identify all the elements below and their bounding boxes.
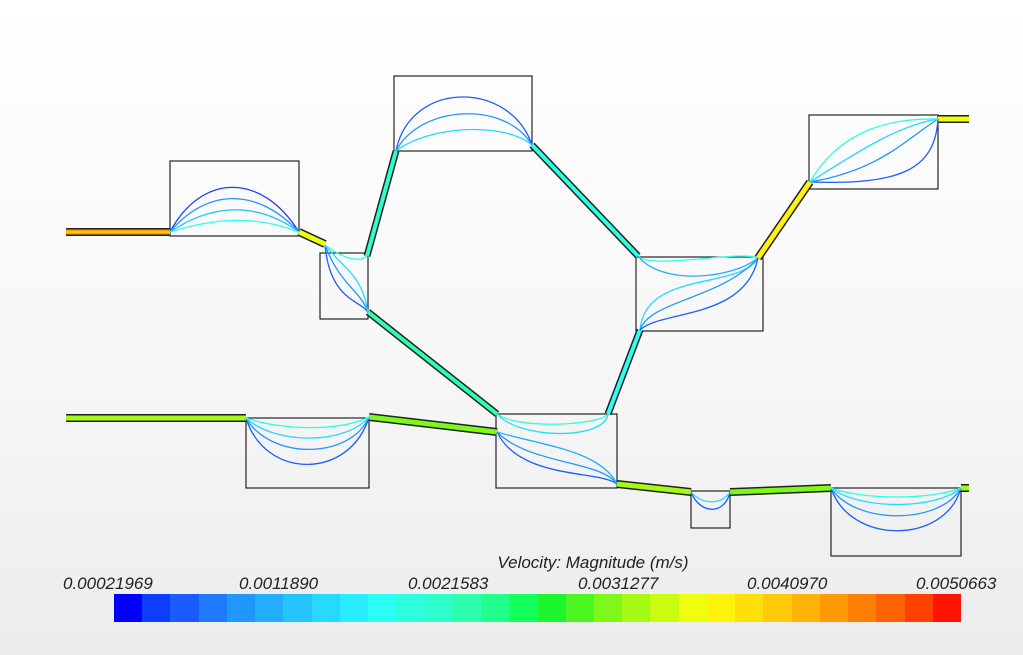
- colorbar-swatch: [650, 594, 679, 622]
- colorbar-swatch: [537, 594, 566, 622]
- colorbar-swatch: [170, 594, 199, 622]
- colorbar-swatch: [904, 594, 933, 622]
- chamber-6: [245, 417, 370, 489]
- chamber-2: [319, 252, 369, 320]
- velocity-colorbar: [114, 594, 962, 622]
- colorbar-swatch: [452, 594, 482, 622]
- colorbar-swatch: [283, 594, 312, 622]
- colorbar-swatch: [198, 594, 227, 622]
- legend-tick-label: 0.0021583: [408, 574, 489, 593]
- colorbar-swatch: [255, 594, 284, 622]
- colorbar-swatch: [819, 594, 849, 622]
- colorbar-swatch: [848, 594, 877, 622]
- streamlines: [169, 96, 962, 532]
- colorbar-swatch: [763, 594, 792, 622]
- colorbar-swatch: [424, 594, 453, 622]
- colorbar-swatch: [678, 594, 707, 622]
- colorbar-swatch: [481, 594, 510, 622]
- legend-tick-label: 0.00021969: [63, 574, 153, 593]
- colorbar-swatch: [593, 594, 623, 622]
- legend-tick-label: 0.0050663: [916, 574, 997, 593]
- legend-tick-label: 0.0011890: [239, 574, 319, 593]
- colorbar-swatch: [142, 594, 171, 622]
- colorbar-swatch: [932, 594, 962, 622]
- legend-title: Velocity: Magnitude (m/s): [497, 553, 689, 572]
- colorbar-swatch: [396, 594, 425, 622]
- colorbar-swatch: [706, 594, 736, 622]
- colorbar-swatch: [509, 594, 538, 622]
- colorbar-swatch: [791, 594, 820, 622]
- colorbar-swatch: [311, 594, 340, 622]
- colorbar-swatch: [622, 594, 651, 622]
- colorbar-swatch: [226, 594, 256, 622]
- colorbar-swatch: [339, 594, 369, 622]
- colorbar-swatch: [368, 594, 397, 622]
- colorbar-swatch: [565, 594, 594, 622]
- colorbar-swatch: [114, 594, 143, 622]
- channels: [66, 115, 969, 496]
- legend-tick-label: 0.0040970: [747, 574, 828, 593]
- chamber-outlines: [169, 75, 962, 557]
- colorbar-swatch: [876, 594, 905, 622]
- colorbar-swatch: [735, 594, 764, 622]
- legend-tick-label: 0.0031277: [578, 574, 659, 593]
